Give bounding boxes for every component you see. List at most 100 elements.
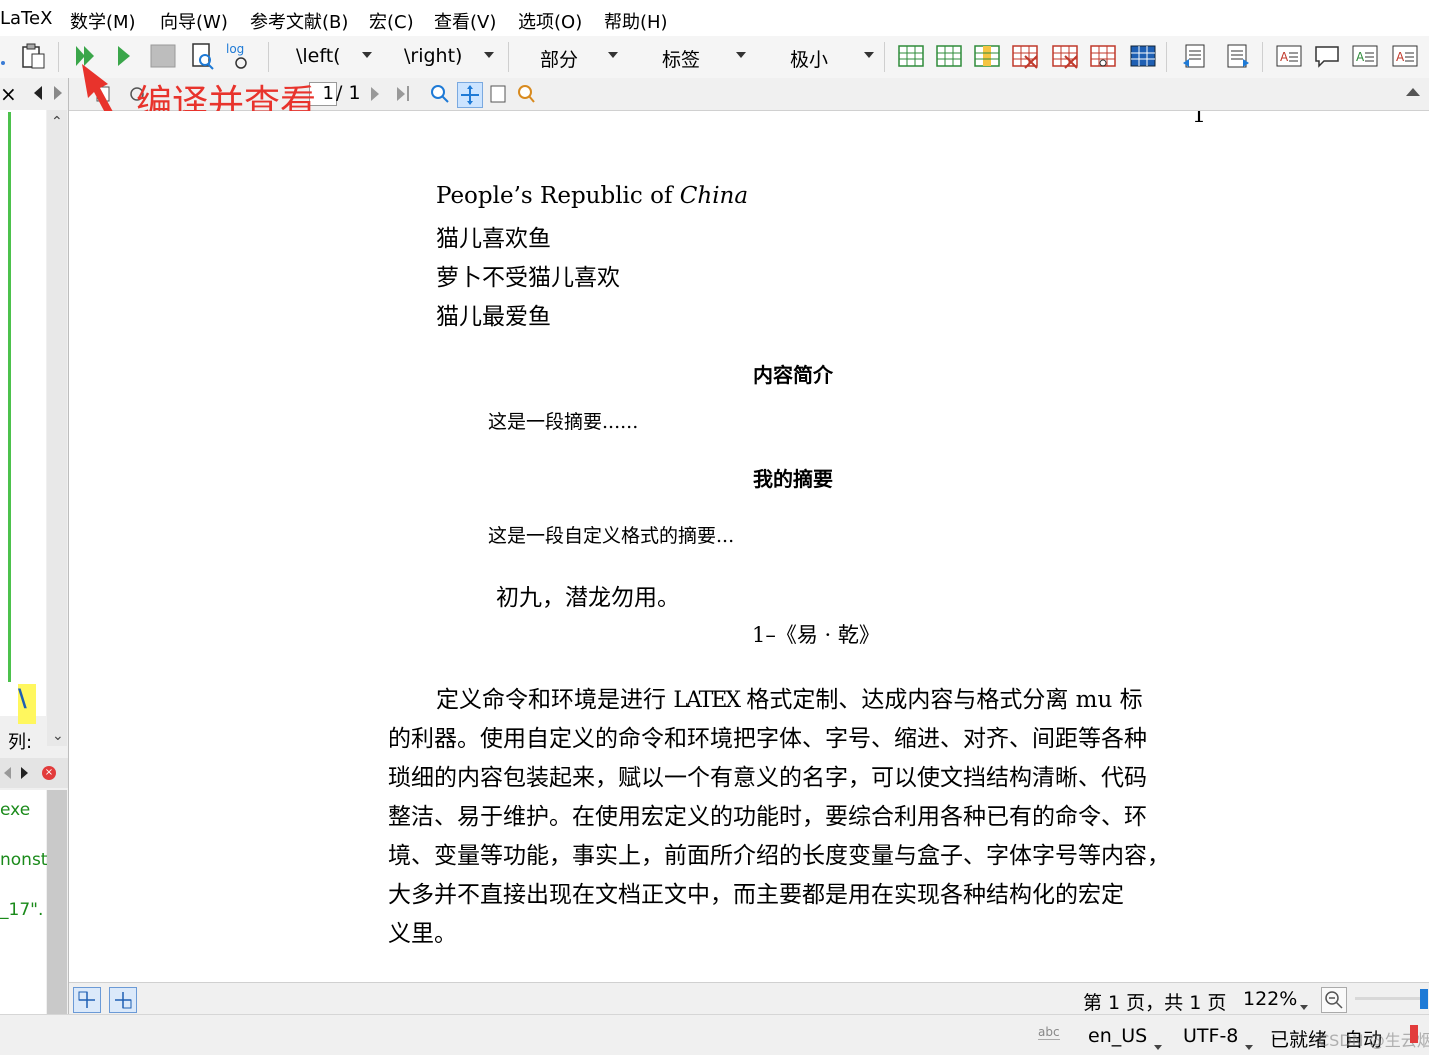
- zoom-out-icon[interactable]: [1321, 987, 1347, 1013]
- label-combo[interactable]: 标签: [662, 42, 752, 72]
- toolbar-separator: [508, 42, 509, 72]
- status-bar: abc en_US UTF-8 已就绪 自动 CSDN @生云烟: [0, 1014, 1429, 1055]
- scroll-down-icon[interactable]: ⌄: [52, 728, 64, 744]
- comment-icon[interactable]: [1312, 41, 1342, 71]
- poem-line: 猫儿最爱鱼: [436, 304, 551, 330]
- zoom-in-icon[interactable]: [429, 83, 451, 105]
- log-line: nonst: [0, 850, 48, 870]
- toolbar-separator: [268, 42, 269, 72]
- chevron-right-icon[interactable]: [54, 86, 62, 100]
- toolbar-separator: [1262, 42, 1263, 72]
- menu-help[interactable]: 帮助(H): [604, 8, 668, 34]
- language-indicator[interactable]: en_US: [1088, 1025, 1147, 1047]
- chevron-right-icon[interactable]: [21, 767, 28, 779]
- menu-bibliography[interactable]: 参考文献(B): [250, 8, 348, 34]
- log-tabbar: ×: [0, 758, 68, 788]
- table-add-column-icon[interactable]: [972, 41, 1002, 71]
- menu-latex[interactable]: LaTeX: [0, 8, 52, 29]
- spell-check-icon[interactable]: abc: [1038, 1025, 1060, 1040]
- chevron-left-icon[interactable]: [4, 767, 11, 779]
- table-icon[interactable]: [896, 41, 926, 71]
- text-green-icon[interactable]: A: [1350, 41, 1380, 71]
- editor-text-area[interactable]: [0, 110, 46, 716]
- indent-right-icon[interactable]: [1222, 41, 1252, 71]
- toolbar-separator: [1166, 42, 1167, 72]
- chevron-down-icon[interactable]: [1154, 1045, 1162, 1050]
- sync-to-pdf-icon[interactable]: [109, 987, 137, 1013]
- log-label: log: [226, 42, 244, 56]
- last-page-icon[interactable]: [397, 87, 405, 101]
- menu-math[interactable]: 数学(M): [70, 8, 136, 34]
- size-combo[interactable]: 极小: [790, 42, 876, 72]
- menu-wizard[interactable]: 向导(W): [160, 8, 228, 34]
- right-delimiter-combo[interactable]: \right): [404, 42, 500, 72]
- custom-abstract-text: 这是一段自定义格式的摘要...: [488, 525, 735, 547]
- page-number-value: 1: [322, 83, 334, 104]
- chevron-left-icon[interactable]: [34, 86, 42, 100]
- log-line: _17".: [0, 900, 44, 920]
- collapse-toolbar-icon[interactable]: [1406, 88, 1420, 96]
- paste-icon[interactable]: [18, 41, 48, 71]
- latex-logo: LATEX: [673, 688, 741, 713]
- left-delimiter-combo[interactable]: \left(: [296, 42, 382, 72]
- next-page-icon[interactable]: [371, 87, 379, 101]
- table-align-icon[interactable]: [1128, 41, 1158, 71]
- chevron-down-icon[interactable]: [1245, 1045, 1253, 1050]
- table-delete-row-icon[interactable]: [1010, 41, 1040, 71]
- menu-view[interactable]: 查看(V): [434, 8, 496, 34]
- view-pdf-icon[interactable]: [188, 41, 218, 71]
- paragraph-first-line: 定义命令和环境是进行 LATEX 格式定制、达成内容与格式分离 mu 标: [436, 687, 1143, 713]
- zoom-slider-handle[interactable]: [1420, 989, 1428, 1009]
- size-label: 极小: [790, 49, 829, 71]
- menu-macros[interactable]: 宏(C): [369, 8, 414, 34]
- custom-abstract-title: 我的摘要: [753, 467, 833, 491]
- page-total: / 1: [336, 82, 361, 104]
- svg-text:A: A: [1280, 50, 1289, 64]
- table-delete-column-icon[interactable]: [1050, 41, 1080, 71]
- epigraph-source: 1–《易 · 乾》: [752, 623, 880, 647]
- left-delimiter-label: \left(: [296, 45, 341, 67]
- chevron-down-icon[interactable]: [1300, 1005, 1308, 1010]
- paragraph-line: 的利器。使用自定义的命令和环境把字体、字号、缩进、对齐、间距等各种: [388, 726, 1147, 752]
- table-cut-icon[interactable]: [1088, 41, 1118, 71]
- pdf-page[interactable]: 1 People’s Republic of China 猫儿喜欢鱼 萝卜不受猫…: [70, 111, 1429, 981]
- indent-left-icon[interactable]: [1180, 41, 1210, 71]
- close-icon[interactable]: ×: [0, 82, 17, 106]
- editor-cursor-highlight: \: [18, 684, 36, 724]
- close-log-icon[interactable]: ×: [42, 766, 56, 780]
- text-red-icon[interactable]: A: [1390, 41, 1420, 71]
- zoom-level[interactable]: 122%: [1243, 988, 1297, 1010]
- page-number: 1: [1192, 111, 1206, 128]
- copy-icon[interactable]: [0, 41, 14, 71]
- right-delimiter-label: \right): [404, 45, 463, 67]
- editor-scrollbar[interactable]: [47, 110, 67, 746]
- paragraph-line: 大多并不直接出现在文档正文中，而主要都是用在实现各种结构化的宏定: [388, 882, 1124, 908]
- toolbar-separator: [884, 42, 885, 72]
- table-add-row-icon[interactable]: [934, 41, 964, 71]
- zoom-slider-track[interactable]: [1355, 997, 1425, 1000]
- magnifier-icon[interactable]: [515, 83, 537, 105]
- paragraph-line: 境、变量等功能，事实上，前面所介绍的长度变量与盒子、字体字号等内容，: [388, 843, 1170, 869]
- backslash-char: \: [18, 684, 27, 712]
- label-label: 标签: [662, 49, 701, 71]
- view-log-icon[interactable]: log: [224, 41, 258, 71]
- scroll-up-icon[interactable]: ⌃: [51, 114, 63, 130]
- poem-line: 猫儿喜欢鱼: [436, 226, 551, 252]
- part-combo[interactable]: 部分: [540, 42, 624, 72]
- menu-options[interactable]: 选项(O): [518, 8, 582, 34]
- column-label: 列:: [8, 732, 33, 753]
- stop-icon[interactable]: [148, 41, 178, 71]
- part-label: 部分: [540, 49, 579, 71]
- chevron-down-icon: [736, 52, 746, 58]
- paragraph-line: 整洁、易于维护。在使用宏定义的功能时，要综合利用各种已有的命令、环: [388, 804, 1147, 830]
- page-info: 第 1 页，共 1 页: [1083, 992, 1227, 1014]
- pan-tool-icon[interactable]: [457, 82, 483, 108]
- encoding-indicator[interactable]: UTF-8: [1183, 1025, 1238, 1047]
- log-scrollbar[interactable]: [47, 790, 67, 1014]
- toolbar-separator: [58, 42, 59, 72]
- paragraph-line: 琐细的内容包装起来，赋以一个有意义的名字，可以使文挡结构清晰、代码: [388, 765, 1147, 791]
- chevron-down-icon: [864, 52, 874, 58]
- text-box-icon[interactable]: A: [1274, 41, 1304, 71]
- fit-page-icon[interactable]: [487, 83, 509, 105]
- sync-to-source-icon[interactable]: [73, 987, 101, 1013]
